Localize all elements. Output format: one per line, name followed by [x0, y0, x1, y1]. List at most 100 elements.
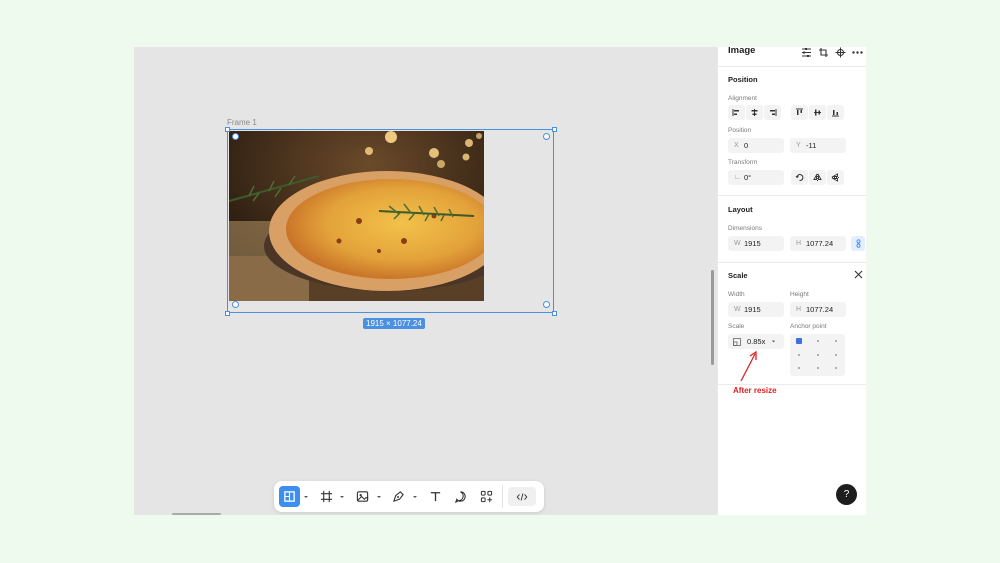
- transform-label: Transform: [728, 159, 758, 166]
- chevron-down-icon[interactable]: [376, 494, 382, 500]
- scale-icon: [733, 337, 741, 346]
- corner-radius-handle-top-right[interactable]: [543, 133, 550, 140]
- constrain-proportions-button[interactable]: [851, 236, 865, 251]
- x-prefix: X: [734, 142, 739, 149]
- image-tool-button[interactable]: [352, 486, 373, 507]
- layout-section-title: Layout: [728, 205, 753, 214]
- vertical-scrollbar[interactable]: [711, 270, 714, 365]
- rotation-field[interactable]: ∟ 0°: [728, 170, 784, 185]
- divider: [718, 66, 866, 67]
- bottom-toolbar: [274, 481, 544, 512]
- align-left-button[interactable]: [728, 105, 745, 120]
- component-target-icon[interactable]: [835, 47, 846, 58]
- layout-height-value: 1077.24: [806, 239, 834, 248]
- frame-tool-button[interactable]: [316, 486, 337, 507]
- corner-radius-handle-bottom-left[interactable]: [232, 301, 239, 308]
- layout-width-value: 1915: [744, 239, 761, 248]
- components-tool-button[interactable]: [476, 486, 497, 507]
- frame-label[interactable]: Frame 1: [227, 118, 257, 127]
- position-label: Position: [728, 127, 752, 134]
- chevron-down-icon: [772, 340, 776, 343]
- h-prefix: H: [796, 240, 802, 247]
- help-button[interactable]: ?: [836, 484, 857, 505]
- align-center-horizontal-button[interactable]: [746, 105, 763, 120]
- x-position-field[interactable]: X 0: [728, 138, 784, 153]
- y-prefix: Y: [796, 142, 801, 149]
- text-icon: [430, 492, 441, 502]
- scale-factor-dropdown[interactable]: 0.85x: [728, 334, 784, 349]
- anchor-bottom-left[interactable]: [798, 367, 800, 369]
- corner-radius-handle-bottom-right[interactable]: [543, 301, 550, 308]
- anchor-top-center[interactable]: [817, 340, 819, 342]
- flip-horizontal-button[interactable]: [809, 170, 826, 185]
- dimensions-label: Dimensions: [728, 225, 762, 232]
- anchor-top-left[interactable]: [796, 338, 802, 344]
- scale-width-label: Width: [728, 291, 745, 298]
- flip-vertical-button[interactable]: [827, 170, 844, 185]
- y-value: -11: [806, 141, 817, 150]
- anchor-middle-left[interactable]: [798, 354, 800, 356]
- anchor-middle-right[interactable]: [835, 354, 837, 356]
- pen-icon: [392, 491, 404, 503]
- anchor-center[interactable]: [817, 354, 819, 356]
- canvas[interactable]: Frame 1 1915 × 1077.24: [134, 47, 717, 515]
- comment-icon: [454, 491, 466, 503]
- more-options-icon[interactable]: [852, 47, 863, 58]
- flip-vertical-icon: [831, 173, 839, 182]
- resize-handle-bottom-right[interactable]: [552, 311, 557, 316]
- components-icon: [480, 490, 493, 503]
- h-prefix: H: [796, 306, 802, 313]
- select-frame-tool-button[interactable]: [279, 486, 300, 507]
- align-right-button[interactable]: [764, 105, 781, 120]
- divider: [718, 195, 866, 196]
- comment-tool-button[interactable]: [450, 486, 471, 507]
- resize-handle-bottom-left[interactable]: [225, 311, 230, 316]
- scale-section-title: Scale: [728, 271, 748, 280]
- layout-width-field[interactable]: W 1915: [728, 236, 784, 251]
- select-frame-icon: [284, 491, 295, 502]
- properties-panel: Image Position Alignment Position X 0 Y …: [717, 47, 866, 515]
- panel-title: Image: [728, 47, 756, 56]
- alignment-label: Alignment: [728, 95, 757, 102]
- horizontal-scrollbar[interactable]: [172, 513, 221, 515]
- w-prefix: W: [734, 306, 741, 313]
- anchor-bottom-center[interactable]: [817, 367, 819, 369]
- size-badge: 1915 × 1077.24: [363, 318, 425, 329]
- rotate-button[interactable]: [791, 170, 808, 185]
- link-icon: [856, 239, 860, 248]
- align-bottom-button[interactable]: [827, 105, 844, 120]
- align-right-icon: [770, 109, 777, 116]
- scale-height-label: Height: [790, 291, 809, 298]
- corner-radius-handle-top-left[interactable]: [232, 133, 239, 140]
- annotation-label: After resize: [733, 386, 777, 395]
- y-position-field[interactable]: Y -11: [790, 138, 846, 153]
- align-top-button[interactable]: [791, 105, 808, 120]
- scale-height-field[interactable]: H 1077.24: [790, 302, 846, 317]
- rotation-icon: ∟: [734, 174, 741, 181]
- align-bottom-icon: [832, 110, 839, 117]
- scale-width-field[interactable]: W 1915: [728, 302, 784, 317]
- resize-handle-top-right[interactable]: [552, 127, 557, 132]
- chevron-down-icon[interactable]: [339, 494, 345, 500]
- image-adjust-icon[interactable]: [801, 47, 812, 58]
- align-middle-vertical-icon: [814, 109, 821, 116]
- pen-tool-button[interactable]: [388, 486, 409, 507]
- dev-mode-button[interactable]: [508, 487, 536, 506]
- chevron-down-icon[interactable]: [412, 494, 418, 500]
- text-tool-button[interactable]: [425, 486, 446, 507]
- scale-height-value: 1077.24: [806, 305, 834, 314]
- anchor-point-grid[interactable]: [790, 334, 845, 376]
- flip-horizontal-icon: [813, 173, 822, 181]
- frame-hash-icon: [320, 490, 333, 503]
- chevron-down-icon[interactable]: [303, 494, 309, 500]
- anchor-top-right[interactable]: [835, 340, 837, 342]
- layout-height-field[interactable]: H 1077.24: [790, 236, 846, 251]
- selection-frame[interactable]: [227, 129, 554, 313]
- crop-icon[interactable]: [818, 47, 829, 58]
- scale-label: Scale: [728, 323, 745, 330]
- resize-handle-top-left[interactable]: [225, 127, 230, 132]
- align-left-icon: [732, 109, 739, 116]
- close-icon[interactable]: [854, 270, 863, 279]
- align-middle-vertical-button[interactable]: [809, 105, 826, 120]
- anchor-bottom-right[interactable]: [835, 367, 837, 369]
